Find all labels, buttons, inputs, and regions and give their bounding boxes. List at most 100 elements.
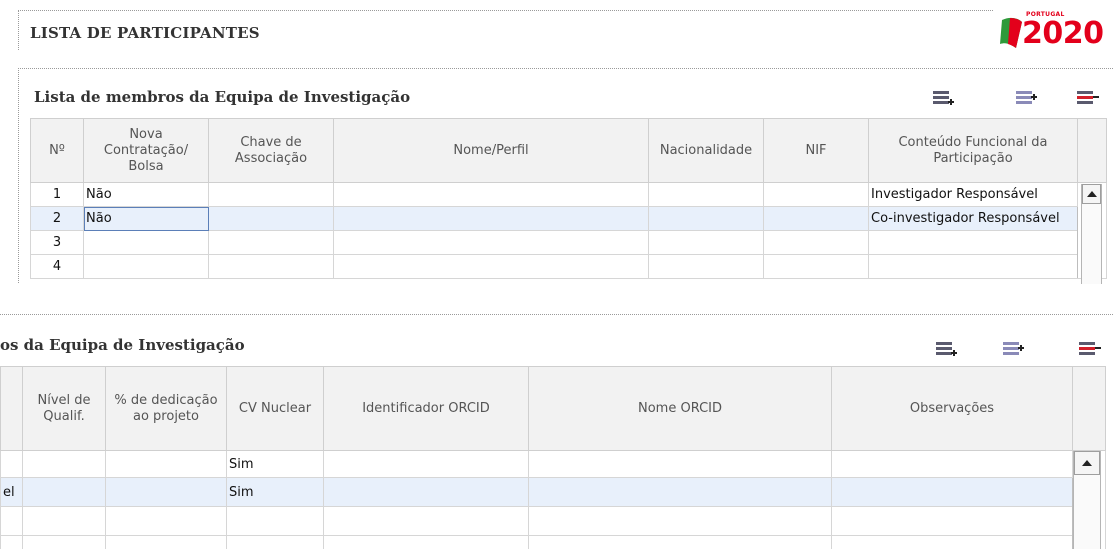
table-row[interactable]	[0, 506, 1106, 536]
col-header-association-key[interactable]: Chave de Associação	[208, 118, 334, 183]
col-header-orcid-id[interactable]: Identificador ORCID	[323, 366, 529, 451]
page-title: LISTA DE PARTICIPANTES	[30, 24, 260, 42]
cell-functional-content[interactable]: Co-investigador Responsável	[868, 206, 1078, 231]
flag-logo-icon	[1000, 17, 1022, 48]
cell-nationality[interactable]	[648, 206, 764, 231]
col-header-name-profile[interactable]: Nome/Perfil	[333, 118, 649, 183]
add-row-icon[interactable]	[1000, 339, 1026, 361]
cell-new-hire[interactable]: Não	[83, 182, 209, 207]
cell-nationality[interactable]	[648, 230, 764, 255]
cell-partial[interactable]	[0, 535, 23, 549]
cell-name-profile[interactable]	[333, 206, 649, 231]
scroll-up-arrow-icon[interactable]	[1074, 451, 1100, 475]
cell-orcid-id[interactable]	[323, 450, 529, 478]
cell-nif[interactable]	[763, 182, 869, 207]
cell-functional-content[interactable]: Investigador Responsável	[868, 182, 1078, 207]
cell-new-hire[interactable]	[83, 230, 209, 255]
cell-partial[interactable]: el	[0, 477, 23, 507]
cell-partial[interactable]	[0, 506, 23, 536]
team-members-grid-scrolled: Nível de Qualif. % de dedicação ao proje…	[0, 366, 1106, 549]
cell-nationality[interactable]	[648, 254, 764, 279]
panel-bottom-border	[0, 314, 1113, 315]
cell-dedication[interactable]	[105, 535, 227, 549]
team-members-title-scrolled: os da Equipa de Investigação	[0, 336, 245, 354]
cell-association-key[interactable]	[208, 230, 334, 255]
cell-number: 4	[30, 254, 84, 279]
cell-functional-content[interactable]	[868, 230, 1078, 255]
scrollbar-bottom[interactable]	[1073, 451, 1101, 549]
cell-cv-nuclear[interactable]	[226, 506, 324, 536]
panel-top-border	[18, 68, 1113, 69]
table-row[interactable]	[0, 535, 1106, 549]
panel-top-left-border	[18, 68, 19, 283]
logo-year-text: 2020	[1022, 16, 1104, 51]
cell-number: 3	[30, 230, 84, 255]
cell-name-profile[interactable]	[333, 182, 649, 207]
cell-orcid-name[interactable]	[528, 450, 832, 478]
col-header-orcid-name[interactable]: Nome ORCID	[528, 366, 832, 451]
cell-nif[interactable]	[763, 206, 869, 231]
delete-row-icon[interactable]	[1076, 339, 1102, 361]
table-row[interactable]: Sim	[0, 450, 1106, 549]
table-row[interactable]: 3	[30, 230, 1107, 255]
col-header-cv-nuclear[interactable]: CV Nuclear	[226, 366, 324, 451]
cell-name-profile[interactable]	[333, 230, 649, 255]
cell-orcid-name[interactable]	[528, 506, 832, 536]
cell-orcid-id[interactable]	[323, 535, 529, 549]
col-header-scroll-spacer	[1072, 366, 1106, 451]
cell-association-key[interactable]	[208, 206, 334, 231]
cell-observations[interactable]	[831, 535, 1073, 549]
scrollbar-top[interactable]	[1081, 184, 1102, 284]
table-row[interactable]: 4	[30, 254, 1107, 279]
cell-observations[interactable]	[831, 477, 1073, 507]
cell-association-key[interactable]	[208, 254, 334, 279]
scroll-up-arrow-icon[interactable]	[1082, 184, 1101, 204]
cell-functional-content[interactable]	[868, 254, 1078, 279]
cell-orcid-name[interactable]	[528, 477, 832, 507]
cell-dedication[interactable]	[105, 506, 227, 536]
team-members-title: Lista de membros da Equipa de Investigaç…	[34, 88, 411, 106]
cell-orcid-name[interactable]	[528, 535, 832, 549]
cell-nif[interactable]	[763, 254, 869, 279]
cell-name-profile[interactable]	[333, 254, 649, 279]
cell-qualification-level[interactable]	[22, 450, 106, 478]
col-header-nationality[interactable]: Nacionalidade	[648, 118, 764, 183]
cell-qualification-level[interactable]	[22, 477, 106, 507]
cell-cv-nuclear[interactable]: Sim	[226, 450, 324, 478]
cell-association-key[interactable]	[208, 182, 334, 207]
add-row-icon[interactable]	[1013, 88, 1039, 110]
cell-number: 1	[30, 182, 84, 207]
cell-qualification-level[interactable]	[22, 535, 106, 549]
cell-number: 2	[30, 206, 84, 231]
cell-cv-nuclear[interactable]: Sim	[226, 477, 324, 507]
delete-row-icon[interactable]	[1074, 88, 1100, 110]
table-row[interactable]: 1 Não Investigador Responsável	[30, 182, 1107, 279]
col-header-new-hire[interactable]: Nova Contratação/ Bolsa	[83, 118, 209, 183]
col-header-number[interactable]: Nº	[30, 118, 84, 183]
insert-row-icon[interactable]	[930, 88, 956, 110]
cell-qualification-level[interactable]	[22, 506, 106, 536]
cell-observations[interactable]	[831, 506, 1073, 536]
col-header-scroll-spacer	[1077, 118, 1107, 183]
insert-row-icon[interactable]	[933, 339, 959, 361]
cell-new-hire[interactable]: Não	[83, 206, 209, 231]
cell-new-hire[interactable]	[83, 254, 209, 279]
col-header-nif[interactable]: NIF	[763, 118, 869, 183]
col-header-observations[interactable]: Observações	[831, 366, 1073, 451]
cell-nif[interactable]	[763, 230, 869, 255]
cell-nationality[interactable]	[648, 182, 764, 207]
cell-orcid-id[interactable]	[323, 506, 529, 536]
table-row[interactable]: 2 Não Co-investigador Responsável	[30, 206, 1107, 231]
cell-orcid-id[interactable]	[323, 477, 529, 507]
cell-dedication[interactable]	[105, 477, 227, 507]
cell-dedication[interactable]	[105, 450, 227, 478]
col-header-partial	[0, 366, 23, 451]
table-row[interactable]: el Sim	[0, 477, 1106, 507]
portugal-2020-logo: PORTUGAL 2020	[998, 8, 1113, 54]
col-header-functional-content[interactable]: Conteúdo Funcional da Participação	[868, 118, 1078, 183]
col-header-dedication[interactable]: % de dedicação ao projeto	[105, 366, 227, 451]
cell-cv-nuclear[interactable]	[226, 535, 324, 549]
col-header-qualification-level[interactable]: Nível de Qualif.	[22, 366, 106, 451]
cell-partial[interactable]	[0, 450, 23, 478]
cell-observations[interactable]	[831, 450, 1073, 478]
